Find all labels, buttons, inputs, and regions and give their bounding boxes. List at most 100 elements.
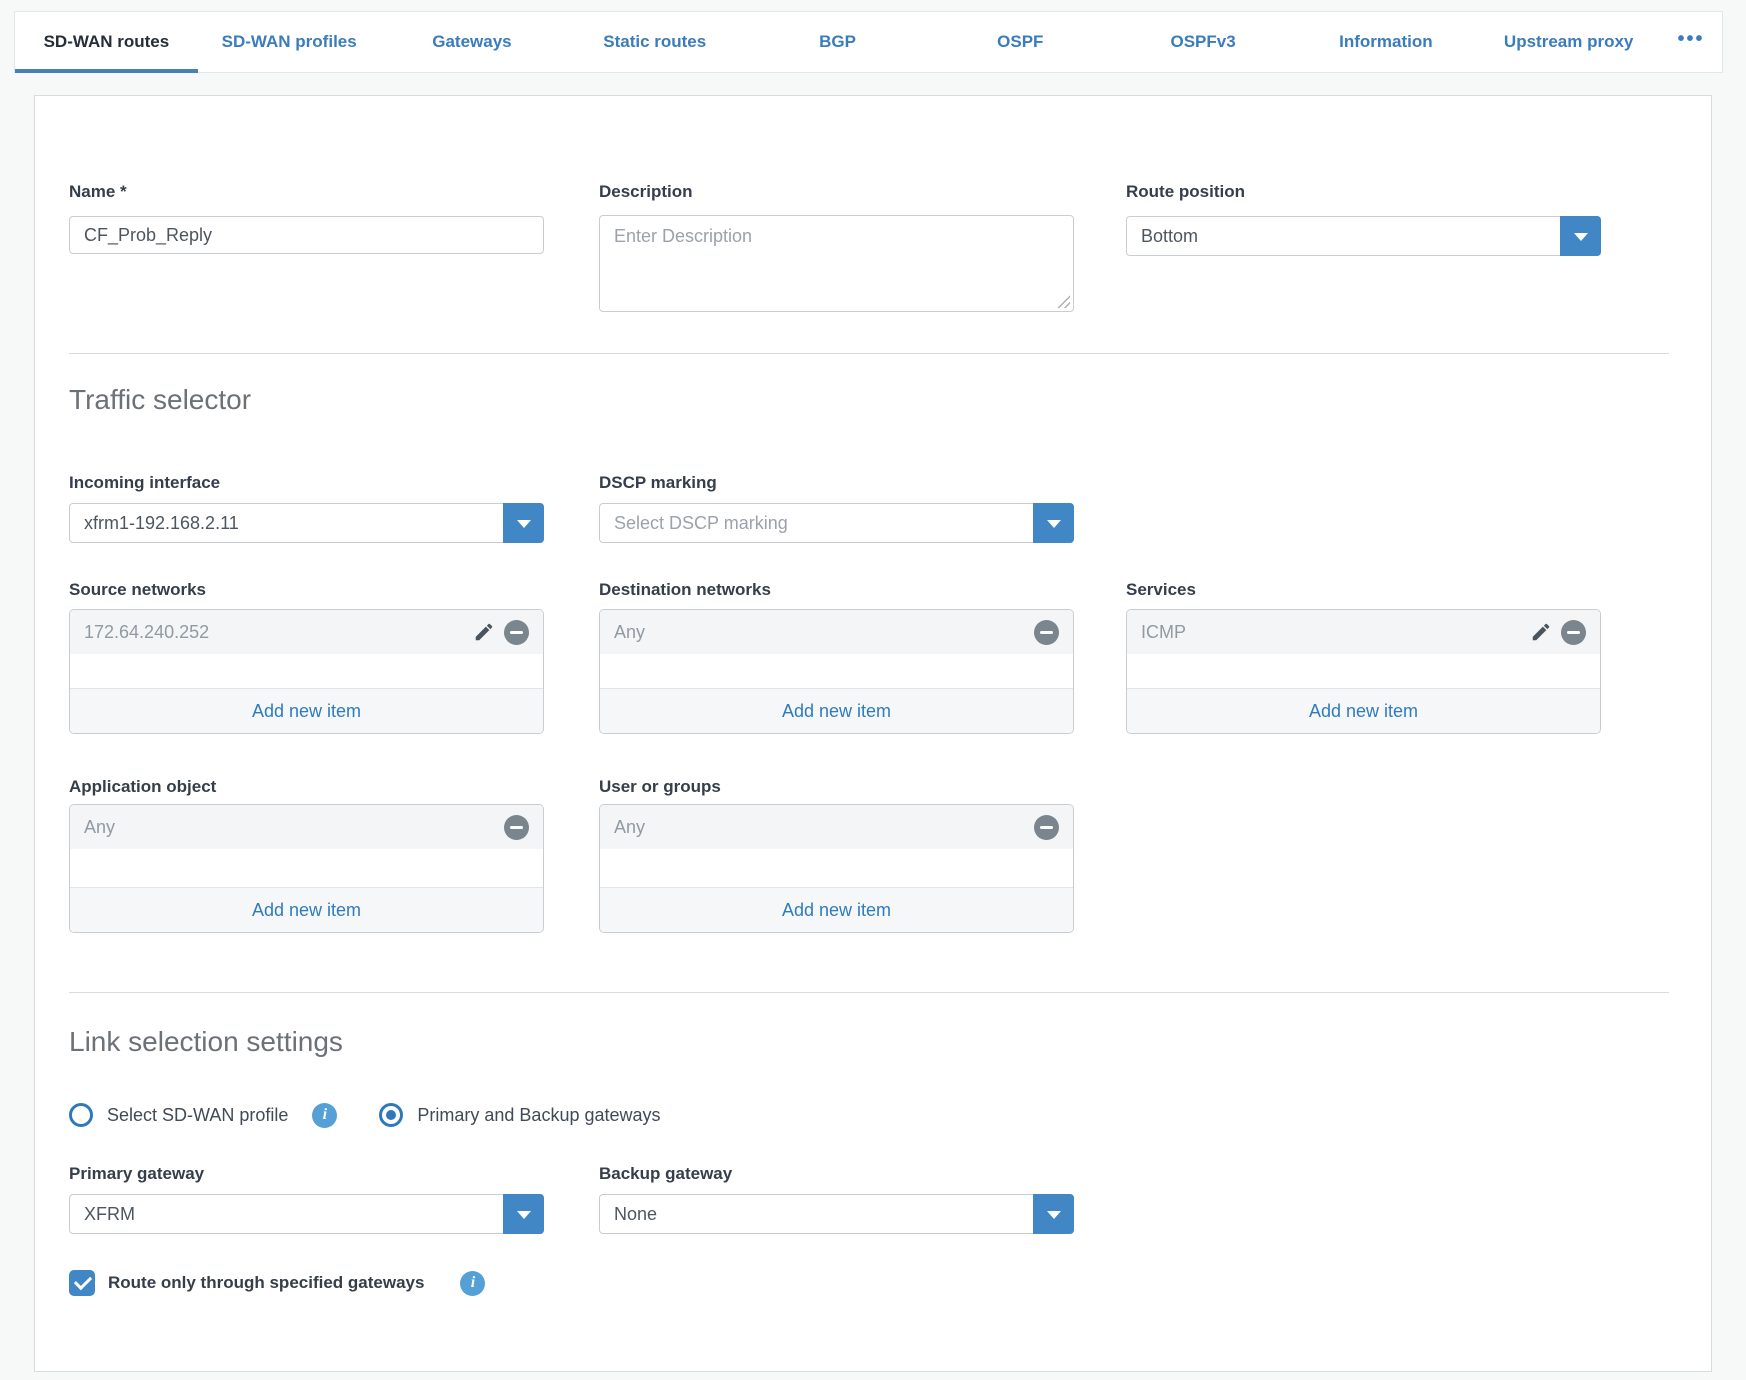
tab-static-routes[interactable]: Static routes [563,12,746,72]
tab-sdwan-routes[interactable]: SD-WAN routes [15,12,198,72]
item-actions [1034,620,1059,645]
tabs-more-button[interactable]: ••• [1660,12,1722,72]
list-item: Any [600,610,1073,654]
radio-select-sdwan-profile[interactable] [69,1103,93,1127]
incoming-interface-value: xfrm1-192.168.2.11 [84,504,239,542]
info-icon[interactable]: i [460,1271,485,1296]
info-icon[interactable]: i [312,1103,337,1128]
tab-upstream-proxy[interactable]: Upstream proxy [1477,12,1660,72]
list-item: 172.64.240.252 [70,610,543,654]
description-textarea[interactable] [599,215,1074,312]
remove-icon[interactable] [1034,815,1059,840]
traffic-selector-heading: Traffic selector [69,384,251,416]
tab-gateways[interactable]: Gateways [381,12,564,72]
item-value: ICMP [1141,622,1530,643]
services-label: Services [1126,580,1196,600]
add-new-item-button[interactable]: Add new item [600,688,1073,733]
user-or-groups-label: User or groups [599,777,721,797]
radio-select-sdwan-profile-label: Select SD-WAN profile [107,1105,288,1126]
edit-icon[interactable] [1530,621,1552,643]
item-actions [504,815,529,840]
list-item: Any [600,805,1073,849]
incoming-interface-dropdown[interactable]: xfrm1-192.168.2.11 [69,503,544,543]
name-label: Name * [69,182,127,202]
edit-icon[interactable] [473,621,495,643]
tab-bgp[interactable]: BGP [746,12,929,72]
add-new-item-button[interactable]: Add new item [70,887,543,932]
source-networks-box: 172.64.240.252 Add new item [69,609,544,734]
remove-icon[interactable] [504,815,529,840]
dscp-marking-dropdown[interactable]: Select DSCP marking [599,503,1074,543]
radio-primary-backup-gateways-label: Primary and Backup gateways [417,1105,660,1126]
backup-gateway-dropdown[interactable]: None [599,1194,1074,1234]
radio-primary-backup-gateways[interactable] [379,1103,403,1127]
application-object-box: Any Add new item [69,804,544,933]
name-input[interactable] [69,216,544,254]
primary-gateway-label: Primary gateway [69,1164,204,1184]
route-only-checkbox[interactable] [69,1270,95,1296]
incoming-interface-label: Incoming interface [69,473,220,493]
page: SD-WAN routes SD-WAN profiles Gateways S… [0,0,1746,1380]
item-actions [1530,620,1586,645]
route-position-dropdown[interactable]: Bottom [1126,216,1601,256]
add-new-item-button[interactable]: Add new item [70,688,543,733]
add-new-item-button[interactable]: Add new item [600,887,1073,932]
list-spacer [70,654,543,688]
dropdown-arrow-button[interactable] [1033,1194,1074,1234]
tab-information[interactable]: Information [1294,12,1477,72]
chevron-down-icon [1574,233,1588,241]
add-new-item-button[interactable]: Add new item [1127,688,1600,733]
required-marker: * [120,182,127,201]
route-position-value: Bottom [1141,217,1198,255]
remove-icon[interactable] [1034,620,1059,645]
item-value: Any [614,622,1034,643]
backup-gateway-value: None [614,1195,657,1233]
list-item: Any [70,805,543,849]
chevron-down-icon [517,1211,531,1219]
backup-gateway-label: Backup gateway [599,1164,732,1184]
link-selection-radio-group: Select SD-WAN profile i Primary and Back… [69,1102,661,1128]
destination-networks-box: Any Add new item [599,609,1074,734]
list-spacer [600,654,1073,688]
route-only-label: Route only through specified gateways [108,1273,424,1293]
route-only-row: Route only through specified gateways i [69,1270,485,1296]
link-selection-heading: Link selection settings [69,1026,343,1058]
dropdown-arrow-button[interactable] [503,503,544,543]
remove-icon[interactable] [504,620,529,645]
sdwan-route-form-panel: Name * Description Route position Bottom… [34,95,1712,1372]
dropdown-arrow-button[interactable] [503,1194,544,1234]
section-divider [69,992,1669,993]
chevron-down-icon [1047,1211,1061,1219]
list-spacer [600,849,1073,887]
item-actions [1034,815,1059,840]
application-object-label: Application object [69,777,216,797]
tab-sdwan-profiles[interactable]: SD-WAN profiles [198,12,381,72]
dscp-marking-label: DSCP marking [599,473,717,493]
primary-gateway-value: XFRM [84,1195,135,1233]
item-value: Any [84,817,504,838]
services-box: ICMP Add new item [1126,609,1601,734]
user-or-groups-box: Any Add new item [599,804,1074,933]
list-item: ICMP [1127,610,1600,654]
dropdown-arrow-button[interactable] [1033,503,1074,543]
item-value: 172.64.240.252 [84,622,473,643]
dscp-marking-value: Select DSCP marking [614,504,788,542]
tab-ospfv3[interactable]: OSPFv3 [1112,12,1295,72]
description-field-wrap [599,215,1074,312]
list-spacer [70,849,543,887]
destination-networks-label: Destination networks [599,580,771,600]
chevron-down-icon [517,520,531,528]
dropdown-arrow-button[interactable] [1560,216,1601,256]
item-value: Any [614,817,1034,838]
tab-ospf[interactable]: OSPF [929,12,1112,72]
source-networks-label: Source networks [69,580,206,600]
list-spacer [1127,654,1600,688]
chevron-down-icon [1047,520,1061,528]
remove-icon[interactable] [1561,620,1586,645]
description-label: Description [599,182,693,202]
primary-gateway-dropdown[interactable]: XFRM [69,1194,544,1234]
route-position-label: Route position [1126,182,1245,202]
section-divider [69,353,1669,354]
item-actions [473,620,529,645]
tab-bar: SD-WAN routes SD-WAN profiles Gateways S… [14,11,1723,73]
